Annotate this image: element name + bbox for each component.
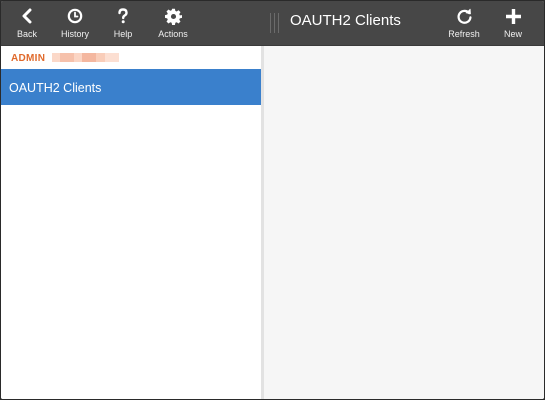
right-toolbar: OAUTH2 Clients Refresh New xyxy=(264,1,544,46)
refresh-icon xyxy=(456,6,473,26)
question-icon xyxy=(117,6,129,26)
history-button[interactable]: History xyxy=(57,6,93,44)
sidebar: ADMIN OAUTH2 Clients xyxy=(1,46,264,399)
detail-panel xyxy=(264,46,544,399)
new-label: New xyxy=(503,29,522,39)
actions-label: Actions xyxy=(158,29,188,39)
panel-title: OAUTH2 Clients xyxy=(290,12,401,29)
left-toolbar: Back History Help Actions xyxy=(1,1,264,46)
resize-grip[interactable] xyxy=(270,13,284,33)
plus-icon xyxy=(505,6,521,26)
section-label: ADMIN xyxy=(11,53,46,64)
section-header: ADMIN xyxy=(1,46,264,68)
back-button[interactable]: Back xyxy=(11,6,43,44)
sidebar-item-label: OAUTH2 Clients xyxy=(9,81,102,95)
new-button[interactable]: New xyxy=(496,6,530,44)
app-window: Back History Help Actions OAUTH2 Clients xyxy=(0,0,545,400)
actions-button[interactable]: Actions xyxy=(153,6,193,44)
chevron-left-icon xyxy=(20,6,34,26)
refresh-button[interactable]: Refresh xyxy=(444,6,484,44)
help-button[interactable]: Help xyxy=(107,6,139,44)
refresh-label: Refresh xyxy=(448,29,480,39)
redacted-text xyxy=(52,53,119,62)
help-label: Help xyxy=(113,29,133,39)
gear-icon xyxy=(164,6,182,26)
back-label: Back xyxy=(16,29,37,39)
sidebar-item-oauth2-clients[interactable]: OAUTH2 Clients xyxy=(1,69,264,105)
clock-icon xyxy=(67,6,83,26)
history-label: History xyxy=(60,29,89,39)
